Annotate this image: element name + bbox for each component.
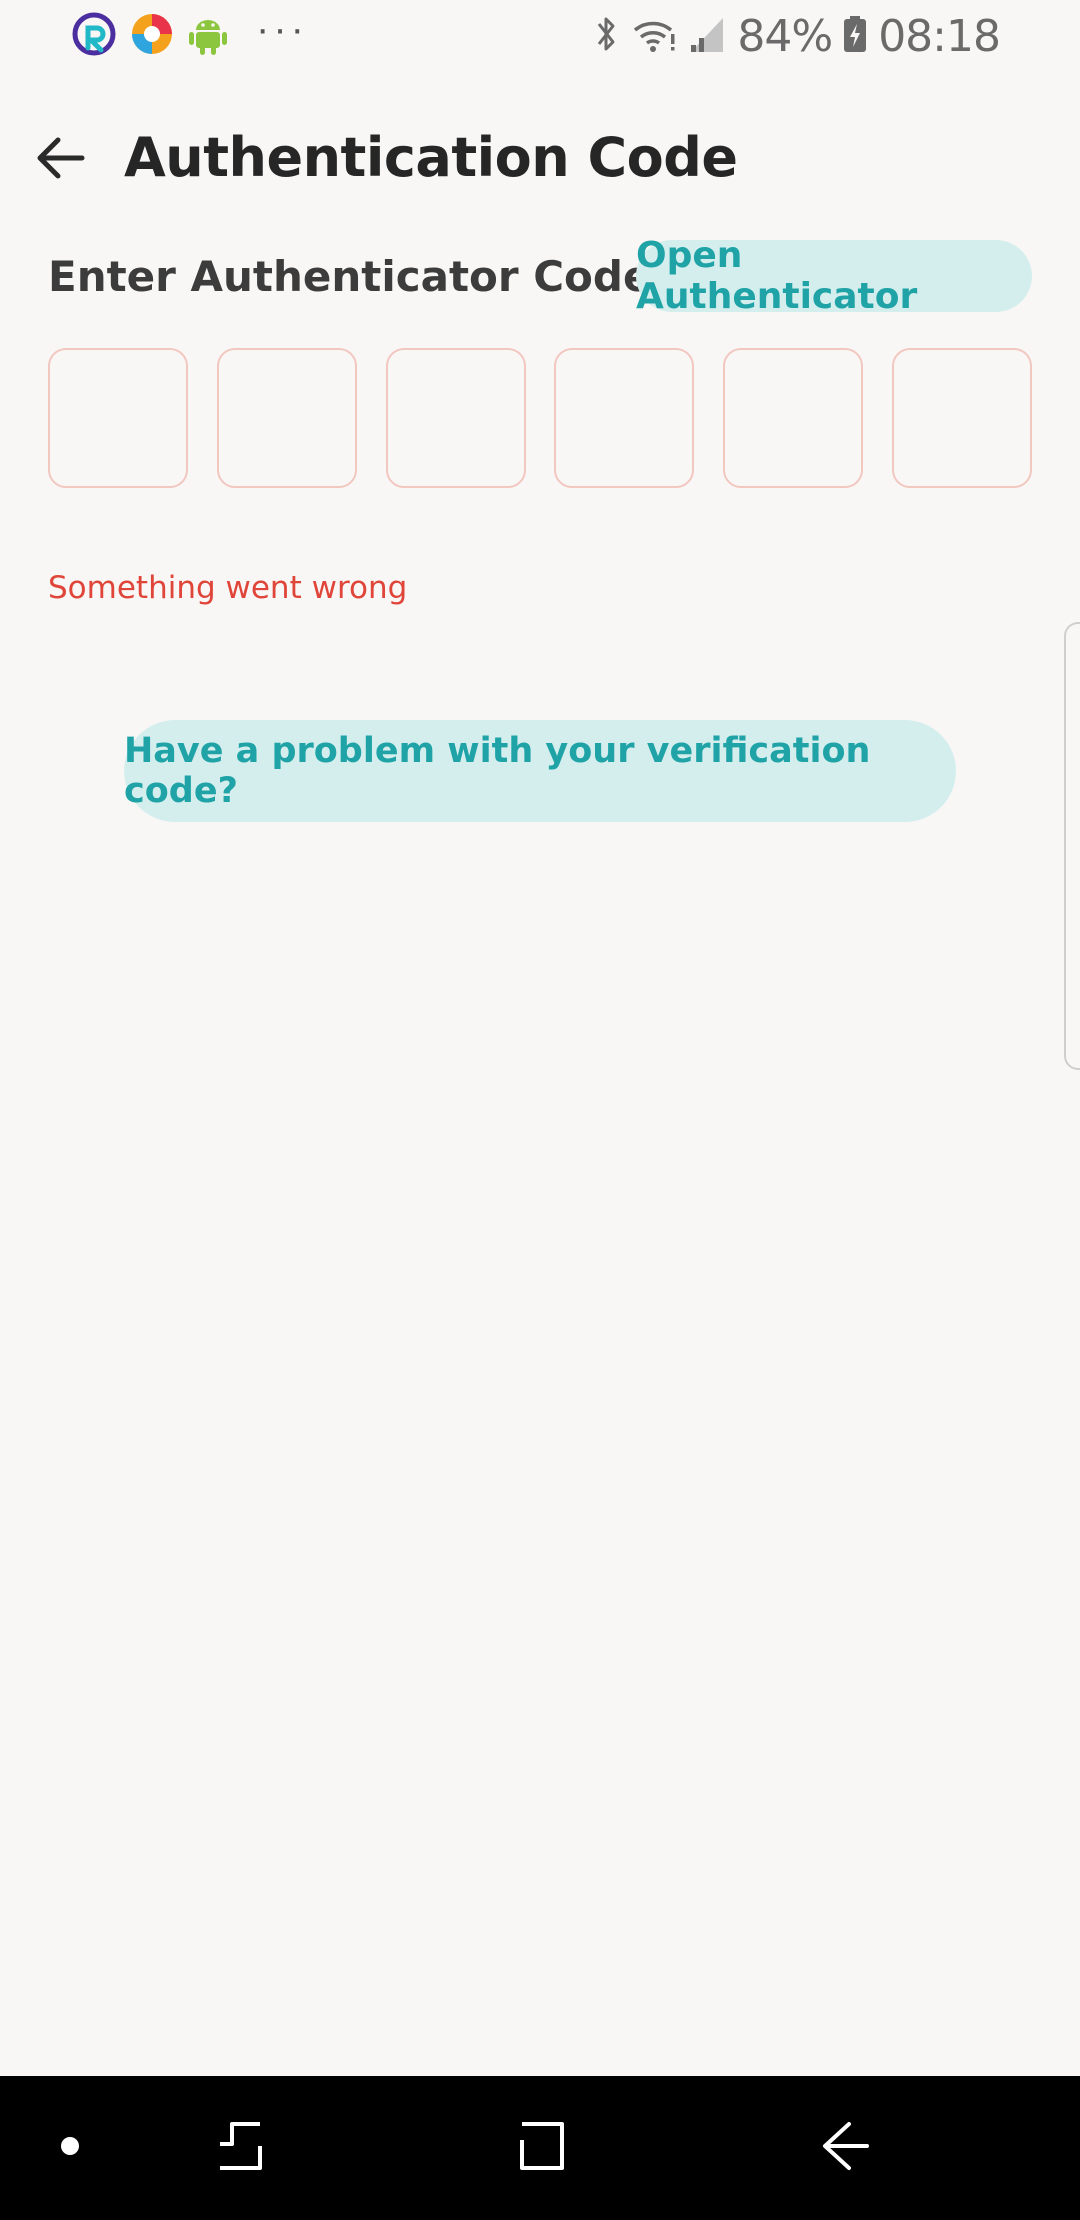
recent-apps-icon (210, 2116, 270, 2181)
code-digit-input-6[interactable] (891, 348, 1032, 488)
battery-percent: 84% (737, 10, 833, 62)
recent-apps-button[interactable] (180, 2076, 300, 2220)
code-digit-input-4[interactable] (554, 348, 695, 488)
back-icon (815, 2116, 875, 2181)
app-header: Authentication Code (0, 100, 1080, 215)
error-message: Something went wrong (48, 570, 408, 606)
android-icon (188, 12, 228, 61)
status-bar: ··· 84% 08:18 (0, 0, 1080, 72)
app-r-icon (72, 12, 116, 61)
home-icon (512, 2116, 572, 2181)
code-label: Enter Authenticator Code (48, 252, 652, 301)
code-digit-input-2[interactable] (216, 348, 357, 488)
wifi-icon (631, 12, 677, 61)
screen: ··· 84% 08:18 Authentication Code Enter … (0, 0, 1080, 2220)
battery-charging-icon (842, 12, 868, 61)
page-title: Authentication Code (124, 126, 738, 189)
back-nav-button[interactable] (785, 2076, 905, 2220)
home-button[interactable] (482, 2076, 602, 2220)
back-button[interactable] (22, 122, 98, 198)
code-input-group (48, 348, 1032, 492)
bluetooth-icon (591, 12, 621, 61)
navigation-bar (0, 2076, 1080, 2220)
code-digit-input-3[interactable] (385, 348, 526, 488)
arrow-left-icon (32, 130, 88, 191)
signal-icon (687, 12, 727, 61)
system-status: 84% 08:18 (591, 10, 1001, 62)
notification-icons: ··· (72, 6, 308, 62)
nav-dot-button[interactable] (10, 2076, 130, 2220)
edge-panel-handle[interactable] (1064, 622, 1080, 1070)
clock: 08:18 (878, 10, 1001, 62)
dot-icon (58, 2134, 82, 2163)
browser-icon (130, 12, 174, 61)
code-digit-input-5[interactable] (723, 348, 864, 488)
verification-help-button[interactable]: Have a problem with your verification co… (124, 720, 956, 822)
open-authenticator-button[interactable]: Open Authenticator (636, 235, 1032, 317)
code-digit-input-1[interactable] (48, 348, 188, 488)
more-notifications-indicator: ··· (256, 6, 308, 51)
